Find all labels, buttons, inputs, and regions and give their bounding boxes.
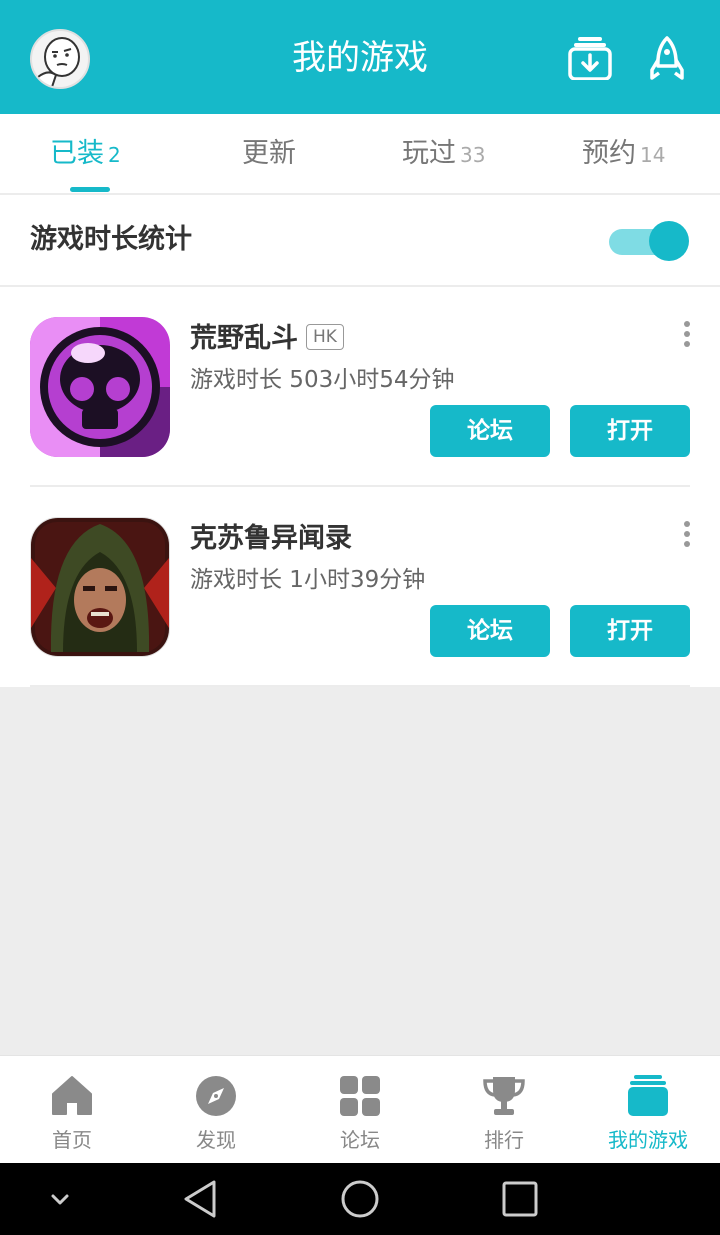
tab-count: 14 xyxy=(640,143,666,167)
tab-updates[interactable]: 更新 xyxy=(242,136,296,172)
divider xyxy=(30,685,690,687)
nav-label: 论坛 xyxy=(340,1128,380,1152)
nav-label: 排行 xyxy=(484,1128,524,1152)
stack-icon xyxy=(628,1075,668,1116)
hooded-man-icon[interactable] xyxy=(30,517,170,657)
game-playtime: 游戏时长 1小时39分钟 xyxy=(190,567,426,593)
tab-installed[interactable]: 已装 2 xyxy=(50,136,121,173)
playtime-stats-label: 游戏时长统计 xyxy=(30,224,192,255)
nav-discover[interactable]: 发现 xyxy=(144,1056,288,1164)
nav-ranking[interactable]: 排行 xyxy=(432,1056,576,1164)
nav-label: 我的游戏 xyxy=(608,1128,688,1152)
nav-label: 首页 xyxy=(52,1128,92,1152)
tab-label: 已装 xyxy=(50,138,104,169)
nav-my-games[interactable]: 我的游戏 xyxy=(576,1056,720,1164)
forum-button[interactable]: 论坛 xyxy=(430,605,550,657)
game-list: 荒野乱斗HK 游戏时长 503小时54分钟 论坛 打开 克苏鲁异闻录 游戏时长 xyxy=(0,287,720,687)
playtime-stats-toggle[interactable] xyxy=(609,221,689,261)
app-header: 我的游戏 xyxy=(0,0,720,114)
tab-count: 2 xyxy=(108,143,121,167)
more-options-icon[interactable] xyxy=(680,321,694,351)
tab-played[interactable]: 玩过 33 xyxy=(402,136,485,173)
game-name: 荒野乱斗 xyxy=(190,323,298,354)
tab-label: 更新 xyxy=(242,138,296,169)
forum-button[interactable]: 论坛 xyxy=(430,405,550,457)
system-nav-bar xyxy=(0,1163,720,1235)
home-icon xyxy=(52,1076,92,1115)
open-button[interactable]: 打开 xyxy=(570,605,690,657)
game-playtime: 游戏时长 503小时54分钟 xyxy=(190,367,455,393)
tab-indicator xyxy=(70,187,110,192)
playtime-stats-row: 游戏时长统计 xyxy=(0,195,720,287)
game-title: 荒野乱斗 HK xyxy=(190,320,344,358)
game-name: 克苏鲁异闻录 xyxy=(190,523,352,554)
bottom-nav: 首页 发现 论坛 排行 我的游戏 xyxy=(0,1055,720,1164)
more-options-icon[interactable] xyxy=(680,521,694,551)
nav-label: 发现 xyxy=(196,1128,236,1152)
list-item[interactable]: 克苏鲁异闻录 游戏时长 1小时39分钟 论坛 打开 xyxy=(0,487,720,687)
open-button[interactable]: 打开 xyxy=(570,405,690,457)
nav-home[interactable]: 首页 xyxy=(0,1056,144,1164)
rocket-icon[interactable] xyxy=(645,36,689,80)
list-item[interactable]: 荒野乱斗 HK 游戏时长 503小时54分钟 论坛 打开 xyxy=(0,287,720,487)
grid-icon xyxy=(340,1076,380,1116)
skull-icon[interactable] xyxy=(30,317,170,457)
tab-label: 玩过 xyxy=(402,138,456,169)
region-badge: HK xyxy=(306,323,344,350)
home-circle-icon[interactable] xyxy=(340,1179,380,1219)
tab-bar: 已装 2 更新 玩过 33 预约 14 xyxy=(0,114,720,195)
toggle-knob xyxy=(649,221,689,261)
tab-count: 33 xyxy=(460,143,486,167)
nav-forum[interactable]: 论坛 xyxy=(288,1056,432,1164)
tab-label: 预约 xyxy=(582,138,636,169)
chevron-down-icon[interactable] xyxy=(48,1187,72,1211)
trophy-icon xyxy=(483,1077,525,1115)
page-title: 我的游戏 xyxy=(292,38,428,78)
download-icon[interactable] xyxy=(568,36,612,81)
recents-icon[interactable] xyxy=(501,1180,539,1218)
tab-reserved[interactable]: 预约 14 xyxy=(582,136,665,173)
game-title: 克苏鲁异闻录 xyxy=(190,520,352,558)
back-icon[interactable] xyxy=(182,1179,220,1219)
compass-icon xyxy=(196,1076,236,1116)
